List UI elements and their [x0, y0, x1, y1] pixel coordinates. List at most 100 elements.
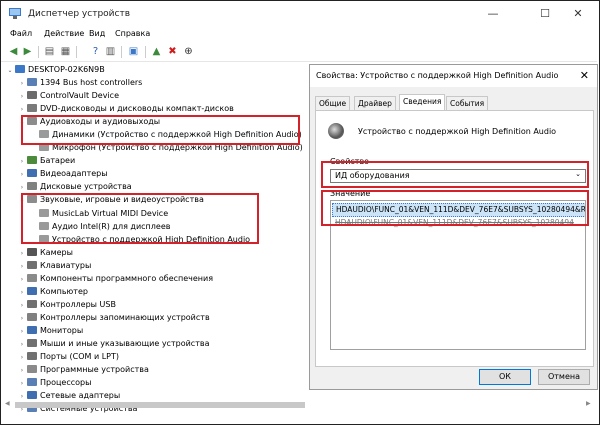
device-icon	[27, 182, 37, 191]
cancel-button[interactable]: Отмена	[538, 369, 590, 385]
tree-category-item[interactable]: › Камеры	[18, 246, 73, 259]
computer-icon	[15, 65, 25, 73]
menu-action[interactable]: Действие	[44, 29, 84, 38]
tab-driver[interactable]: Драйвер	[354, 96, 396, 110]
speaker-icon	[328, 123, 344, 139]
menu-file[interactable]: Файл	[10, 29, 32, 38]
download-icon[interactable]: ⊕	[182, 45, 195, 58]
tree-item-label: DVD-дисководы и дисководы компакт-дисков	[40, 104, 234, 114]
ok-button[interactable]: ОК	[479, 369, 531, 385]
tree-item-label: Мониторы	[40, 325, 84, 335]
toolbar-separator	[76, 46, 77, 58]
tree-item-label: Порты (COM и LPT)	[40, 352, 119, 362]
tree-category-item[interactable]: › 1394 Bus host controllers	[18, 76, 142, 89]
properties-dialog: Свойства: Устройство с поддержкой High D…	[309, 64, 598, 390]
back-icon[interactable]: ◀	[7, 45, 20, 58]
list-icon[interactable]: ▥	[104, 45, 117, 58]
tree-category-item[interactable]: › Компьютер	[18, 285, 88, 298]
device-icon	[27, 78, 37, 86]
tree-category-item[interactable]: › Дисковые устройства	[18, 180, 132, 193]
dialog-title-bar: Свойства: Устройство с поддержкой High D…	[310, 65, 597, 87]
tree-root-label: DESKTOP-02K6N9B	[28, 65, 105, 74]
expand-icon[interactable]: ›	[18, 299, 26, 312]
tree-item-label: Процессоры	[40, 378, 92, 388]
properties-icon[interactable]: ▤	[43, 45, 56, 58]
device-icon	[27, 91, 37, 100]
tree-category-item[interactable]: › Контроллеры USB	[18, 298, 116, 311]
tree-category-item[interactable]: › Видеоадаптеры	[18, 167, 108, 180]
toolbar: ◀ ▶ ▤ ▦ ? ▥ ▣ ▲ ✖ ⊕	[1, 43, 597, 62]
tree-root[interactable]: ⌄ DESKTOP-02K6N9B	[6, 63, 105, 76]
expand-icon[interactable]: ›	[18, 325, 26, 338]
highlight-value	[321, 190, 589, 226]
expand-icon[interactable]: ›	[18, 90, 26, 103]
tree-category-item[interactable]: › Клавиатуры	[18, 259, 91, 272]
tree-item-label: Контроллеры USB	[40, 299, 116, 309]
tree-item-label: 1394 Bus host controllers	[40, 78, 143, 87]
tree-category-item[interactable]: › Мыши и иные указывающие устройства	[18, 337, 209, 350]
toolbar-separator	[38, 46, 39, 58]
tab-events[interactable]: События	[446, 96, 489, 110]
expand-icon[interactable]: ›	[18, 273, 26, 286]
scroll-right-icon[interactable]: ▶	[586, 400, 591, 407]
expand-icon[interactable]: ›	[18, 77, 26, 90]
update-driver-icon[interactable]: ▲	[150, 45, 163, 58]
highlight-sound-devices	[21, 193, 259, 244]
menu-view[interactable]: Вид	[89, 29, 105, 38]
highlight-audio-io	[21, 115, 300, 145]
device-manager-icon	[9, 8, 21, 19]
expand-icon[interactable]: ›	[18, 312, 26, 325]
scroll-left-icon[interactable]: ◀	[5, 400, 10, 407]
device-icon	[27, 299, 37, 308]
forward-icon[interactable]: ▶	[21, 45, 34, 58]
device-icon	[27, 365, 37, 374]
details-pane: Устройство с поддержкой High Definition …	[315, 110, 594, 367]
collapse-icon[interactable]: ⌄	[6, 64, 14, 77]
tree-item-label: Дисковые устройства	[40, 182, 132, 192]
tree-category-item[interactable]: › Компоненты программного обеспечения	[18, 272, 213, 285]
device-icon	[27, 247, 37, 256]
tab-details[interactable]: Сведения	[399, 94, 446, 111]
tree-category-item[interactable]: › Мониторы	[18, 324, 83, 337]
monitor-icon[interactable]: ▣	[127, 45, 140, 58]
expand-icon[interactable]: ›	[18, 364, 26, 377]
tree-category-item[interactable]: › Программные устройства	[18, 363, 149, 376]
tree-category-item[interactable]: › Процессоры	[18, 376, 91, 389]
menu-help[interactable]: Справка	[115, 29, 150, 38]
tree-item-label: Камеры	[40, 247, 73, 257]
expand-icon[interactable]: ›	[18, 155, 26, 168]
device-icon	[27, 260, 37, 269]
expand-icon[interactable]: ›	[18, 338, 26, 351]
tree-category-item[interactable]: › Порты (COM и LPT)	[18, 350, 119, 363]
expand-icon[interactable]: ›	[18, 247, 26, 260]
tree-category-item[interactable]: › Батареи	[18, 154, 75, 167]
tree-category-item[interactable]: › DVD-дисководы и дисководы компакт-диско…	[18, 102, 234, 115]
help-icon[interactable]: ?	[89, 45, 102, 58]
tab-general[interactable]: Общие	[315, 96, 351, 110]
expand-icon[interactable]: ›	[18, 260, 26, 273]
expand-icon[interactable]: ›	[18, 168, 26, 181]
expand-icon[interactable]: ›	[18, 286, 26, 299]
scrollbar-thumb[interactable]	[15, 402, 305, 408]
uninstall-icon[interactable]: ✖	[166, 45, 179, 58]
tree-item-label: Клавиатуры	[40, 260, 92, 270]
window-title: Диспетчер устройств	[28, 9, 131, 19]
expand-icon[interactable]: ›	[18, 351, 26, 364]
tree-item-label: Видеоадаптеры	[40, 169, 108, 179]
tree-category-item[interactable]: › ControlVault Device	[18, 89, 119, 102]
device-icon	[27, 286, 37, 295]
device-icon	[27, 104, 37, 113]
dialog-close-button[interactable]: ✕	[580, 69, 589, 82]
horizontal-scrollbar[interactable]: ◀ ▶	[1, 400, 597, 410]
tree-item-label: ControlVault Device	[40, 91, 120, 101]
tree-item-label: Программные устройства	[40, 365, 149, 375]
tree-category-item[interactable]: › Контроллеры запоминающих устройств	[18, 311, 210, 324]
minimize-button[interactable]: —	[473, 3, 513, 25]
grid-icon[interactable]: ▦	[59, 45, 72, 58]
toolbar-separator	[145, 46, 146, 58]
toolbar-separator	[121, 46, 122, 58]
expand-icon[interactable]: ›	[18, 377, 26, 390]
device-icon	[27, 391, 37, 400]
close-button[interactable]: ✕	[558, 3, 598, 25]
tree-item-label: Контроллеры запоминающих устройств	[40, 312, 210, 322]
